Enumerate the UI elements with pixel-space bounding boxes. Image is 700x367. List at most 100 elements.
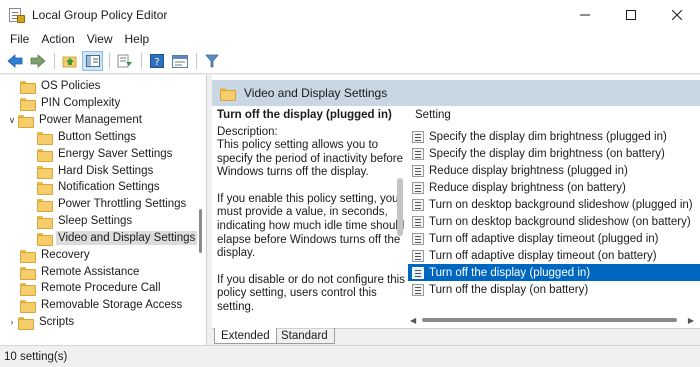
toolbar-separator (141, 53, 142, 69)
help-button[interactable]: ? (146, 51, 167, 71)
policy-setting-icon (412, 283, 424, 296)
menu-file[interactable]: File (4, 32, 35, 46)
tree-item-power-management[interactable]: ∨ Power Management (6, 112, 144, 129)
folder-icon (20, 249, 36, 263)
description-scrollbar[interactable] (394, 106, 406, 328)
tree-item-recovery[interactable]: Recovery (20, 247, 92, 264)
tree-item-removable-storage-access[interactable]: Removable Storage Access (20, 297, 184, 314)
tree-item-os-policies[interactable]: OS Policies (20, 78, 102, 95)
tab-extended[interactable]: Extended (214, 328, 277, 344)
toolbar-separator (54, 53, 55, 69)
list-item-label: Turn off adaptive display timeout (plugg… (429, 232, 659, 245)
policy-setting-icon (412, 164, 424, 177)
column-header-setting[interactable]: Setting (408, 106, 700, 124)
tree-item-label: Button Settings (58, 131, 136, 144)
close-icon (672, 9, 682, 20)
list-item-label: Turn off adaptive display timeout (on ba… (429, 249, 657, 262)
menu-bar: File Action View Help (0, 29, 700, 49)
list-item-label: Turn off the display (plugged in) (429, 266, 591, 279)
list-horizontal-scrollbar[interactable]: ◀ ▶ (408, 314, 700, 326)
list-item[interactable]: Turn off adaptive display timeout (plugg… (408, 230, 700, 247)
tree-item-label: PIN Complexity (41, 97, 121, 110)
console-tree-icon (85, 55, 100, 67)
menu-view[interactable]: View (81, 32, 119, 46)
list-item[interactable]: Reduce display brightness (plugged in) (408, 162, 700, 179)
list-item[interactable]: Turn off adaptive display timeout (on ba… (408, 247, 700, 264)
tree-item-label: Power Throttling Settings (58, 198, 187, 211)
folder-icon (37, 215, 53, 229)
list-item[interactable]: Specify the display dim brightness (on b… (408, 145, 700, 162)
close-button[interactable] (654, 0, 700, 29)
chevron-down-icon[interactable]: ∨ (6, 115, 18, 126)
scroll-left-icon[interactable]: ◀ (410, 316, 416, 325)
tree-item-remote-assistance[interactable]: Remote Assistance (20, 264, 141, 281)
up-one-level-button[interactable] (59, 51, 80, 71)
list-item[interactable]: Turn on desktop background slideshow (pl… (408, 196, 700, 213)
properties-button[interactable] (169, 51, 190, 71)
tree-scrollbar[interactable] (196, 75, 206, 345)
back-arrow-icon (6, 54, 22, 68)
tree-item-scripts[interactable]: › Scripts (6, 314, 76, 331)
back-button[interactable] (4, 51, 25, 71)
tree-item-remote-procedure-call[interactable]: Remote Procedure Call (20, 280, 163, 297)
forward-button[interactable] (27, 51, 48, 71)
console-tree[interactable]: OS Policies PIN Complexity ∨ Power Manag… (0, 75, 207, 345)
folder-icon (20, 97, 36, 111)
list-item-label: Turn off the display (on battery) (429, 283, 589, 296)
description-title: Turn off the display (plugged in) (217, 109, 392, 121)
list-item-label: Reduce display brightness (plugged in) (429, 164, 628, 177)
folder-icon (37, 232, 53, 246)
tree-item-label: Remote Procedure Call (41, 282, 161, 295)
folder-open-icon (18, 114, 34, 128)
list-item[interactable]: Specify the display dim brightness (plug… (408, 128, 700, 145)
tab-standard[interactable]: Standard (275, 328, 335, 344)
maximize-icon (626, 9, 636, 20)
policy-setting-icon (412, 130, 424, 143)
policy-setting-icon (412, 232, 424, 245)
tree-item-label: Video and Display Settings (56, 231, 198, 246)
tree-item-power-throttling-settings[interactable]: Power Throttling Settings (37, 196, 188, 213)
list-scrollbar-thumb[interactable] (422, 318, 677, 322)
description-paragraph: If you enable this policy setting, you m… (217, 192, 405, 260)
tree-item-energy-saver-settings[interactable]: Energy Saver Settings (37, 146, 174, 163)
group-policy-app-icon (8, 7, 25, 23)
tree-item-hard-disk-settings[interactable]: Hard Disk Settings (37, 163, 155, 180)
minimize-button[interactable] (562, 0, 608, 29)
scroll-right-icon[interactable]: ▶ (688, 316, 694, 325)
help-icon: ? (149, 54, 164, 68)
list-item[interactable]: Reduce display brightness (on battery) (408, 179, 700, 196)
policy-setting-icon (412, 249, 424, 262)
tree-item-sleep-settings[interactable]: Sleep Settings (37, 213, 134, 230)
pane-header: Video and Display Settings (212, 80, 700, 106)
menu-action[interactable]: Action (35, 32, 80, 46)
filter-icon (204, 54, 219, 68)
tree-scrollbar-thumb[interactable] (199, 209, 202, 253)
chevron-right-icon[interactable]: › (6, 317, 18, 327)
export-list-button[interactable] (114, 51, 135, 71)
folder-icon (37, 131, 53, 145)
tree-item-button-settings[interactable]: Button Settings (37, 129, 138, 146)
list-item-selected[interactable]: Turn off the display (plugged in) (408, 264, 700, 281)
tree-item-video-and-display-settings[interactable]: Video and Display Settings (37, 230, 198, 247)
folder-icon (18, 316, 34, 330)
folder-icon (20, 282, 36, 296)
folder-icon (37, 198, 53, 212)
status-bar: 10 setting(s) (0, 345, 700, 367)
list-item[interactable]: Turn on desktop background slideshow (on… (408, 213, 700, 230)
tree-item-notification-settings[interactable]: Notification Settings (37, 179, 162, 196)
menu-help[interactable]: Help (119, 32, 156, 46)
minimize-icon (580, 14, 590, 15)
tree-item-pin-complexity[interactable]: PIN Complexity (20, 95, 122, 112)
policy-setting-icon (412, 198, 424, 211)
details-pane: Video and Display Settings Turn off the … (212, 75, 700, 345)
filter-button[interactable] (201, 51, 222, 71)
folder-icon (37, 148, 53, 162)
folder-icon (220, 87, 236, 101)
list-item-label: Specify the display dim brightness (on b… (429, 147, 665, 160)
show-hide-console-tree-button[interactable] (82, 51, 103, 71)
description-scrollbar-thumb[interactable] (397, 178, 403, 236)
list-item[interactable]: Turn off the display (on battery) (408, 281, 700, 298)
maximize-button[interactable] (608, 0, 654, 29)
tree-item-label: Power Management (39, 114, 142, 127)
folder-up-icon (62, 56, 76, 68)
